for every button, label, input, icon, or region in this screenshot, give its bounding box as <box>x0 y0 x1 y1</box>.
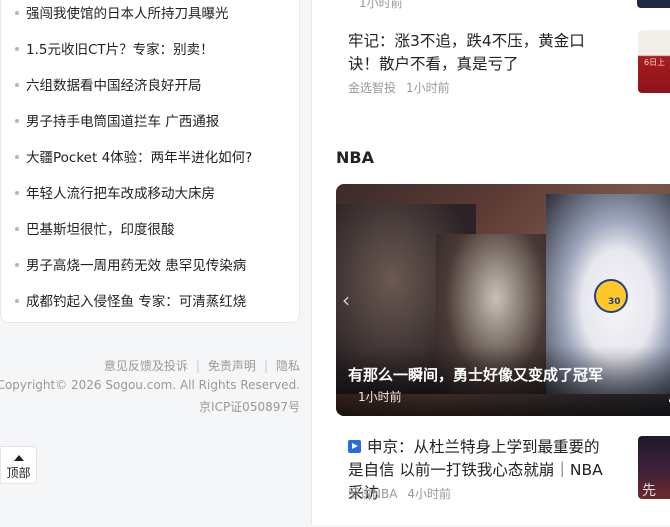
hot-item[interactable]: 男子持手电筒国道拦车 广西通报 <box>15 112 219 132</box>
footer-links: 意见反馈及投诉 | 免责声明 | 隐私 <box>104 357 300 374</box>
thumbnail-caption: 6日上 <box>644 58 666 67</box>
bullet-dot <box>15 263 19 267</box>
bullet-dot <box>15 47 19 51</box>
news-feed-panel: 1小时前 牢记：涨3不追，跌4不压，黄金口诀！散户不看，真是亏了 金选智投 1小时… <box>311 0 670 527</box>
news-title[interactable]: 牢记：涨3不追，跌4不压，黄金口诀！散户不看，真是亏了 <box>348 30 598 76</box>
news-thumbnail[interactable]: 先 <box>638 436 670 499</box>
feedback-link[interactable]: 意见反馈及投诉 <box>104 359 188 373</box>
back-to-top-label: 顶部 <box>6 466 31 480</box>
bullet-dot <box>15 119 19 123</box>
jersey-number: 30 <box>608 297 621 307</box>
bullet-dot <box>15 11 19 15</box>
news-source[interactable]: 罗说NBA <box>348 487 397 501</box>
news-source[interactable]: 金选智投 <box>348 81 396 95</box>
icp-license[interactable]: 京ICP证050897号 <box>199 398 300 415</box>
copyright-text: Copyright© 2026 Sogou.com. All Rights Re… <box>0 378 300 392</box>
news-thumbnail[interactable]: 6日上 <box>638 30 670 93</box>
hot-item[interactable]: 成都钓起入侵怪鱼 专家：可清蒸红烧 <box>15 292 246 312</box>
hot-item[interactable]: 六组数据看中国经济良好开局 <box>15 76 202 96</box>
news-title-fragment[interactable]: ... <box>348 517 598 527</box>
hero-time: 1小时前 <box>358 390 402 404</box>
chevron-left-icon[interactable]: ‹ <box>342 288 350 312</box>
warriors-logo-icon <box>594 279 628 313</box>
disclaimer-link[interactable]: 免责声明 <box>208 359 256 373</box>
hot-item[interactable]: 巴基斯坦很忙，印度很酸 <box>15 220 175 240</box>
hot-item[interactable]: 1.5元收旧CT片？专家：别卖！ <box>15 40 214 60</box>
divider: | <box>263 359 268 373</box>
news-meta: 金选智投 1小时前 <box>348 79 450 96</box>
news-thumbnail[interactable] <box>637 0 670 8</box>
section-title-nba[interactable]: NBA <box>336 148 374 167</box>
back-to-top-button[interactable]: 顶部 <box>0 446 37 484</box>
news-meta: 罗说NBA 4小时前 <box>348 485 451 502</box>
hero-carousel[interactable]: 30 ‹ 有那么一瞬间，勇士好像又变成了冠军 1小时前 <box>336 184 670 416</box>
video-play-icon <box>348 439 361 453</box>
privacy-link[interactable]: 隐私 <box>276 359 300 373</box>
news-time: 1小时前 <box>359 0 403 10</box>
bullet-dot <box>15 83 19 87</box>
bullet-dot <box>15 155 19 159</box>
thumbnail-caption: 先 <box>642 483 656 499</box>
news-time: 1小时前 <box>406 81 450 95</box>
bullet-dot <box>15 299 19 303</box>
divider: | <box>195 359 200 373</box>
hot-item[interactable]: 大疆Pocket 4体验：两年半进化如何? <box>15 148 252 168</box>
arrow-up-icon <box>13 455 24 461</box>
hot-search-card: 强闯我使馆的日本人所持刀具曝光 1.5元收旧CT片？专家：别卖！ 六组数据看中国… <box>0 0 300 323</box>
bullet-dot <box>15 227 19 231</box>
hot-item[interactable]: 年轻人流行把车改成移动大床房 <box>15 184 215 204</box>
hot-item[interactable]: 男子高烧一周用药无效 患罕见传染病 <box>15 256 246 276</box>
hero-caption[interactable]: 有那么一瞬间，勇士好像又变成了冠军 <box>348 364 603 385</box>
hot-item[interactable]: 强闯我使馆的日本人所持刀具曝光 <box>15 4 229 24</box>
bullet-dot <box>15 191 19 195</box>
news-time: 4小时前 <box>407 487 452 501</box>
